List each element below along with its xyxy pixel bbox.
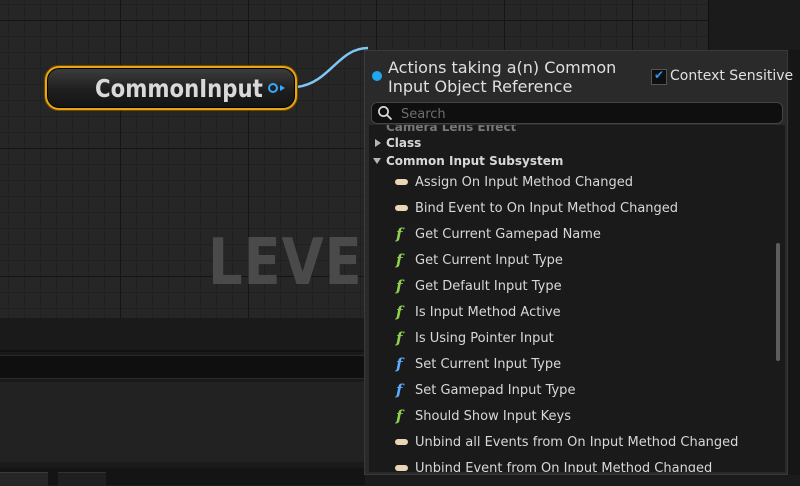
list-item-label: Is Input Method Active [415, 305, 561, 320]
list-item-label: Unbind Event from On Input Method Change… [415, 461, 713, 472]
event-icon [395, 465, 408, 471]
list-item[interactable]: Assign On Input Method Changed [369, 170, 785, 196]
list-item[interactable]: f Is Using Pointer Input [369, 326, 785, 352]
event-icon [395, 439, 408, 445]
panel-tab-bar [0, 468, 365, 485]
expand-arrow-icon[interactable] [375, 139, 381, 147]
pure-function-icon: f [396, 277, 403, 295]
action-list: Camera Lens Effect Class Common Input Su… [369, 125, 785, 472]
event-icon [395, 179, 408, 185]
category-label: Class [386, 136, 422, 150]
pure-function-icon: f [396, 225, 403, 243]
object-type-icon [372, 71, 382, 81]
object-pin-icon[interactable] [268, 83, 278, 93]
pin-arrow-icon [280, 85, 285, 91]
list-item[interactable]: f Set Current Input Type [369, 352, 785, 378]
function-icon: f [396, 355, 403, 373]
panel-area [0, 382, 365, 462]
list-item-label: Get Current Input Type [415, 253, 563, 268]
function-icon: f [396, 381, 403, 399]
panel-divider [0, 350, 365, 352]
event-icon [395, 205, 408, 211]
list-item[interactable]: Unbind all Events from On Input Method C… [369, 430, 785, 456]
list-item-label: Get Default Input Type [415, 279, 562, 294]
pure-function-icon: f [396, 407, 403, 425]
panel-field[interactable] [0, 355, 365, 379]
search-input[interactable] [399, 104, 773, 124]
list-item-label: Should Show Input Keys [415, 409, 572, 424]
panel-tab[interactable] [0, 472, 48, 486]
common-input-node[interactable]: CommonInput [45, 66, 297, 110]
list-item[interactable]: f Set Gamepad Input Type [369, 378, 785, 404]
list-item-label: Unbind all Events from On Input Method C… [415, 435, 739, 450]
list-item[interactable]: Unbind Event from On Input Method Change… [369, 456, 785, 472]
list-item[interactable]: Bind Event to On Input Method Changed [369, 196, 785, 222]
node-title: CommonInput [95, 74, 263, 103]
checkmark-icon: ✔ [654, 68, 665, 82]
list-item[interactable]: f Get Default Input Type [369, 274, 785, 300]
list-item-label: Assign On Input Method Changed [415, 175, 633, 190]
menu-title: Actions taking a(n) Common Input Object … [388, 58, 617, 96]
list-item[interactable]: f Is Input Method Active [369, 300, 785, 326]
panel-tab[interactable] [58, 472, 106, 486]
details-panel [0, 318, 365, 486]
scrollbar[interactable] [776, 243, 780, 361]
pure-function-icon: f [396, 303, 403, 321]
list-item[interactable]: f Should Show Input Keys [369, 404, 785, 430]
action-menu: Actions taking a(n) Common Input Object … [364, 50, 793, 475]
pure-function-icon: f [396, 251, 403, 269]
list-item[interactable]: f Get Current Gamepad Name [369, 222, 785, 248]
search-box[interactable] [371, 102, 783, 124]
list-item-label: Get Current Gamepad Name [415, 227, 601, 242]
context-sensitive-label: Context Sensitive [670, 68, 794, 84]
pure-function-icon: f [396, 329, 403, 347]
list-item-label: Is Using Pointer Input [415, 331, 554, 346]
list-item[interactable]: f Get Current Input Type [369, 248, 785, 274]
category-label: Common Input Subsystem [386, 154, 564, 168]
collapse-arrow-icon[interactable] [373, 158, 381, 164]
list-item-label: Set Current Input Type [415, 357, 562, 372]
search-icon [378, 106, 393, 121]
list-item-label: Set Gamepad Input Type [415, 383, 576, 398]
context-sensitive-checkbox[interactable]: ✔ [651, 68, 667, 85]
window-edge [788, 50, 800, 475]
list-item-label: Bind Event to On Input Method Changed [415, 201, 679, 216]
